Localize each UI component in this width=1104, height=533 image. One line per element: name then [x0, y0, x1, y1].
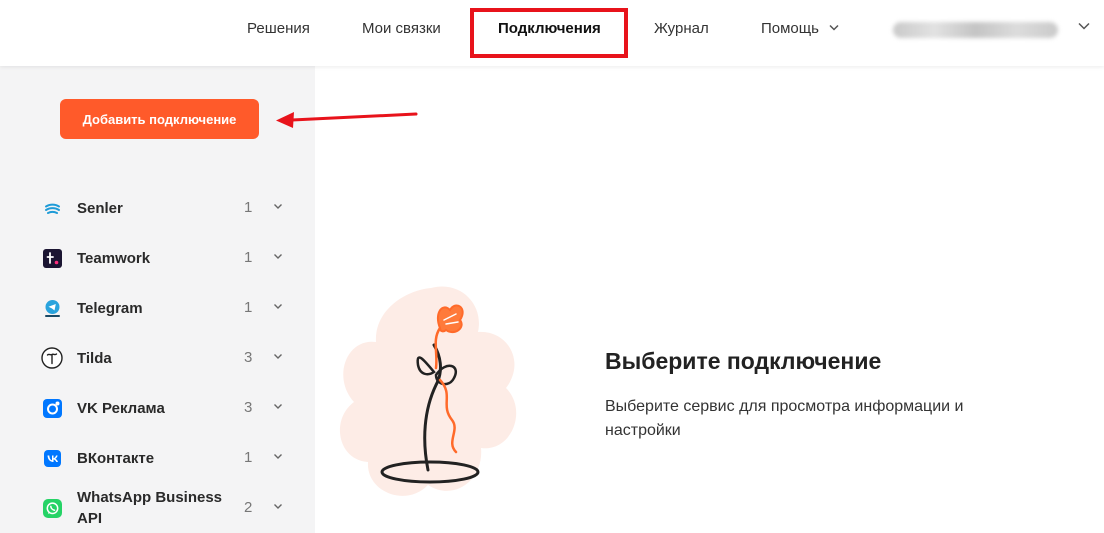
chevron-down-icon[interactable]	[273, 303, 283, 310]
vk-icon	[44, 450, 61, 467]
connection-label: VK Реклама	[77, 399, 165, 417]
add-connection-button[interactable]: Добавить подключение	[60, 99, 259, 139]
annotation-highlight-box	[470, 8, 628, 58]
connection-label: Teamwork	[77, 249, 151, 267]
chevron-down-icon[interactable]	[273, 203, 283, 210]
connection-count: 1	[244, 299, 253, 316]
connection-count: 3	[244, 399, 253, 416]
teamwork-icon	[43, 249, 62, 268]
chevron-down-icon[interactable]	[273, 403, 283, 410]
connection-item-senler[interactable]: Senler 1	[0, 183, 315, 233]
connection-item-telegram[interactable]: Telegram 1	[0, 283, 315, 333]
connection-item-vk-ads[interactable]: VK Реклама 3	[0, 383, 315, 433]
connection-count: 1	[244, 449, 253, 466]
connection-count: 1	[244, 199, 253, 216]
connection-item-teamwork[interactable]: Teamwork 1	[0, 233, 315, 283]
chevron-down-icon[interactable]	[1078, 22, 1090, 30]
connections-sidebar: Добавить подключение Senler 1 Teamwork 1	[0, 66, 315, 533]
telegram-icon	[45, 300, 60, 317]
nav-help[interactable]: Помощь	[761, 0, 839, 58]
chevron-down-icon[interactable]	[273, 453, 283, 460]
connection-item-vkontakte[interactable]: ВКонтакте 1	[0, 433, 315, 483]
top-nav-bar: Решения Мои связки Подключения Журнал По…	[0, 0, 1104, 66]
connection-label: Telegram	[77, 299, 143, 317]
flower-illustration-icon	[339, 286, 517, 496]
connection-label: WhatsApp Business API	[77, 489, 223, 527]
nav-help-label: Помощь	[761, 20, 819, 37]
nav-my-bundles[interactable]: Мои связки	[362, 0, 441, 58]
chevron-down-icon[interactable]	[273, 353, 283, 360]
vk-ads-icon	[43, 399, 62, 418]
connection-label: Tilda	[77, 349, 112, 367]
empty-state-description: Выберите сервис для просмотра информации…	[605, 398, 964, 439]
connection-count: 3	[244, 349, 253, 366]
chevron-down-icon	[829, 25, 839, 31]
empty-state-title: Выберите подключение	[605, 348, 882, 374]
connection-label: ВКонтакте	[77, 449, 155, 467]
user-account-blurred[interactable]	[893, 22, 1058, 38]
tilda-icon	[41, 347, 63, 369]
whatsapp-icon	[43, 499, 62, 518]
connection-item-tilda[interactable]: Tilda 3	[0, 333, 315, 383]
connection-count: 1	[244, 249, 253, 266]
nav-solutions[interactable]: Решения	[247, 0, 310, 58]
senler-icon	[45, 203, 60, 214]
connection-count: 2	[244, 499, 253, 516]
connection-list: Senler 1 Teamwork 1 Telegram 1 Tilda 3 V…	[0, 183, 315, 533]
chevron-down-icon[interactable]	[273, 503, 283, 510]
nav-journal[interactable]: Журнал	[654, 0, 709, 58]
chevron-down-icon[interactable]	[273, 253, 283, 260]
connection-item-whatsapp-business-api[interactable]: WhatsApp Business API 2	[0, 483, 315, 533]
annotation-arrow-icon	[276, 112, 418, 128]
connection-label: Senler	[77, 199, 123, 217]
